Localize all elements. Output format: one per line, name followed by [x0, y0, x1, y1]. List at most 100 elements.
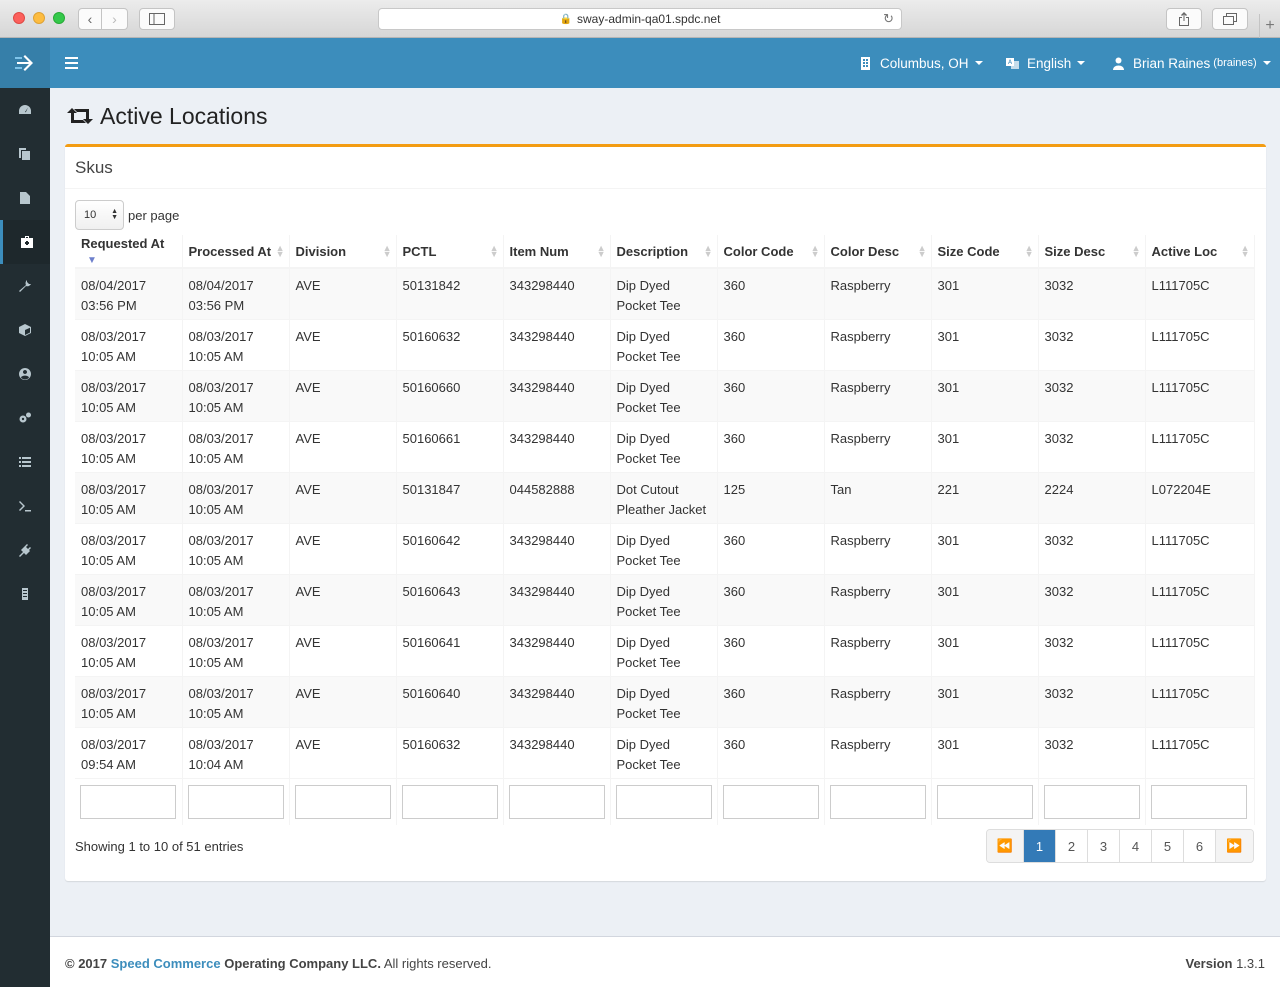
zoom-window-button[interactable] [53, 12, 65, 24]
table-cell: Dot Cutout Pleather Jacket [610, 471, 718, 523]
sidebar-item-cogs[interactable] [0, 396, 50, 440]
table-cell: L072204E [1145, 471, 1255, 523]
column-header[interactable]: Color Code ▲ ▼ [717, 235, 825, 269]
table-row[interactable]: 08/03/2017 10:05 AM 08/03/2017 10:05 AM AV… [75, 420, 1255, 472]
column-header[interactable]: Requested At ▼ [75, 235, 183, 269]
app-logo[interactable] [0, 38, 50, 88]
last-page-button[interactable]: ⏩ [1216, 830, 1253, 862]
sidebar-item-cube[interactable] [0, 308, 50, 352]
new-tab-button[interactable]: + [1259, 14, 1280, 38]
page-button[interactable]: 4 [1120, 830, 1152, 862]
table-cell: 343298440 [503, 522, 611, 574]
fast-backward-icon: ⏪ [996, 838, 1014, 853]
sidebar-item-terminal[interactable] [0, 484, 50, 528]
column-header[interactable]: Size Desc ▲ ▼ [1038, 235, 1146, 269]
cube-icon [19, 324, 31, 336]
sidebar-item-server[interactable] [0, 572, 50, 616]
sidebar-item-copy[interactable] [0, 132, 50, 176]
table-cell: Dip Dyed Pocket Tee [610, 675, 718, 727]
column-header-label: Processed At [188, 243, 272, 259]
filter-cell [503, 777, 611, 825]
page-button[interactable]: 1 [1024, 830, 1056, 862]
table-cell: 343298440 [503, 726, 611, 778]
per-page-select[interactable]: 10 ▲ ▼ [75, 200, 124, 230]
column-filter-input[interactable] [936, 784, 1033, 819]
user-dropdown[interactable]: Brian Raines (braines) [1112, 38, 1271, 88]
table-row[interactable]: 08/03/2017 09:54 AM 08/03/2017 10:04 AM AV… [75, 726, 1255, 778]
column-filter-input[interactable] [401, 784, 498, 819]
page-button[interactable]: 3 [1088, 830, 1120, 862]
forward-button[interactable]: › [102, 8, 128, 30]
menu-toggle-icon[interactable] [65, 57, 78, 69]
sidebar-item-plug[interactable] [0, 528, 50, 572]
table-cell: 3032 [1038, 675, 1146, 727]
column-filter-input[interactable] [722, 784, 819, 819]
table-row[interactable]: 08/03/2017 10:05 AM 08/03/2017 10:05 AM AV… [75, 624, 1255, 676]
column-filter-input[interactable] [294, 784, 391, 819]
table-cell: 50160661 [396, 420, 504, 472]
table-cell: L111705C [1145, 726, 1255, 778]
column-filter-input[interactable] [1043, 784, 1140, 819]
table-cell: 2224 [1038, 471, 1146, 523]
column-header[interactable]: Division ▲ ▼ [289, 235, 397, 269]
sort-icon: ▲ ▼ [917, 243, 927, 259]
column-filter-input[interactable] [80, 784, 176, 819]
table-cell: 08/03/2017 10:05 AM [75, 318, 183, 370]
table-row[interactable]: 08/03/2017 10:05 AM 08/03/2017 10:05 AM AV… [75, 522, 1255, 574]
column-filter-input[interactable] [615, 784, 712, 819]
share-button[interactable] [1166, 8, 1202, 30]
column-header[interactable]: Size Code ▲ ▼ [931, 235, 1039, 269]
language-dropdown[interactable]: A English [1006, 38, 1086, 88]
table-cell: 360 [717, 369, 825, 421]
sidebar-toggle-button[interactable] [139, 8, 175, 30]
back-button[interactable]: ‹ [78, 8, 102, 30]
company-link[interactable]: Speed Commerce [111, 956, 221, 971]
table-cell: L111705C [1145, 420, 1255, 472]
table-row[interactable]: 08/03/2017 10:05 AM 08/03/2017 10:05 AM AV… [75, 573, 1255, 625]
page-button[interactable]: 2 [1056, 830, 1088, 862]
table-cell: Raspberry [824, 675, 932, 727]
close-window-button[interactable] [13, 12, 25, 24]
sidebar-item-dashboard[interactable] [0, 88, 50, 132]
table-row[interactable]: 08/03/2017 10:05 AM 08/03/2017 10:05 AM AV… [75, 318, 1255, 370]
minimize-window-button[interactable] [33, 12, 45, 24]
sort-icon: ▲ ▼ [703, 243, 713, 259]
table-cell: Raspberry [824, 522, 932, 574]
column-filter-input[interactable] [1150, 784, 1247, 819]
column-header[interactable]: Processed At ▲ ▼ [182, 235, 290, 269]
column-header[interactable]: Active Loc ▲ ▼ [1145, 235, 1255, 269]
table-cell: 3032 [1038, 420, 1146, 472]
caret-down-icon [1077, 61, 1086, 65]
table-row[interactable]: 08/04/2017 03:56 PM 08/04/2017 03:56 PM AV… [75, 267, 1255, 319]
tabs-button[interactable] [1212, 8, 1248, 30]
column-filter-input[interactable] [508, 784, 605, 819]
table-row[interactable]: 08/03/2017 10:05 AM 08/03/2017 10:05 AM AV… [75, 675, 1255, 727]
column-header[interactable]: PCTL ▲ ▼ [396, 235, 504, 269]
table-cell: 3032 [1038, 573, 1146, 625]
sidebar-item-medkit[interactable] [0, 220, 50, 264]
table-cell: AVE [289, 726, 397, 778]
location-dropdown[interactable]: Columbus, OH [859, 38, 983, 88]
filter-cell [75, 777, 183, 825]
sidebar-item-file[interactable] [0, 176, 50, 220]
filter-cell [396, 777, 504, 825]
table-cell: 3032 [1038, 726, 1146, 778]
table-cell: 343298440 [503, 267, 611, 319]
column-filter-input[interactable] [829, 784, 926, 819]
reload-icon[interactable]: ↻ [883, 11, 894, 27]
column-header[interactable]: Color Desc ▲ ▼ [824, 235, 932, 269]
page-button[interactable]: 6 [1184, 830, 1216, 862]
sidebar-item-user[interactable] [0, 352, 50, 396]
address-bar[interactable]: 🔒 sway-admin-qa01.spdc.net ↻ [378, 8, 902, 30]
column-header[interactable]: Item Num ▲ ▼ [503, 235, 611, 269]
column-filter-input[interactable] [187, 784, 284, 819]
sidebar-item-wrench[interactable] [0, 264, 50, 308]
table-cell: 08/03/2017 10:05 AM [75, 624, 183, 676]
first-page-button[interactable]: ⏪ [987, 830, 1024, 862]
lock-icon: 🔒 [559, 13, 573, 25]
page-button[interactable]: 5 [1152, 830, 1184, 862]
sidebar-item-list[interactable] [0, 440, 50, 484]
table-row[interactable]: 08/03/2017 10:05 AM 08/03/2017 10:05 AM AV… [75, 369, 1255, 421]
table-row[interactable]: 08/03/2017 10:05 AM 08/03/2017 10:05 AM AV… [75, 471, 1255, 523]
column-header[interactable]: Description ▲ ▼ [610, 235, 718, 269]
